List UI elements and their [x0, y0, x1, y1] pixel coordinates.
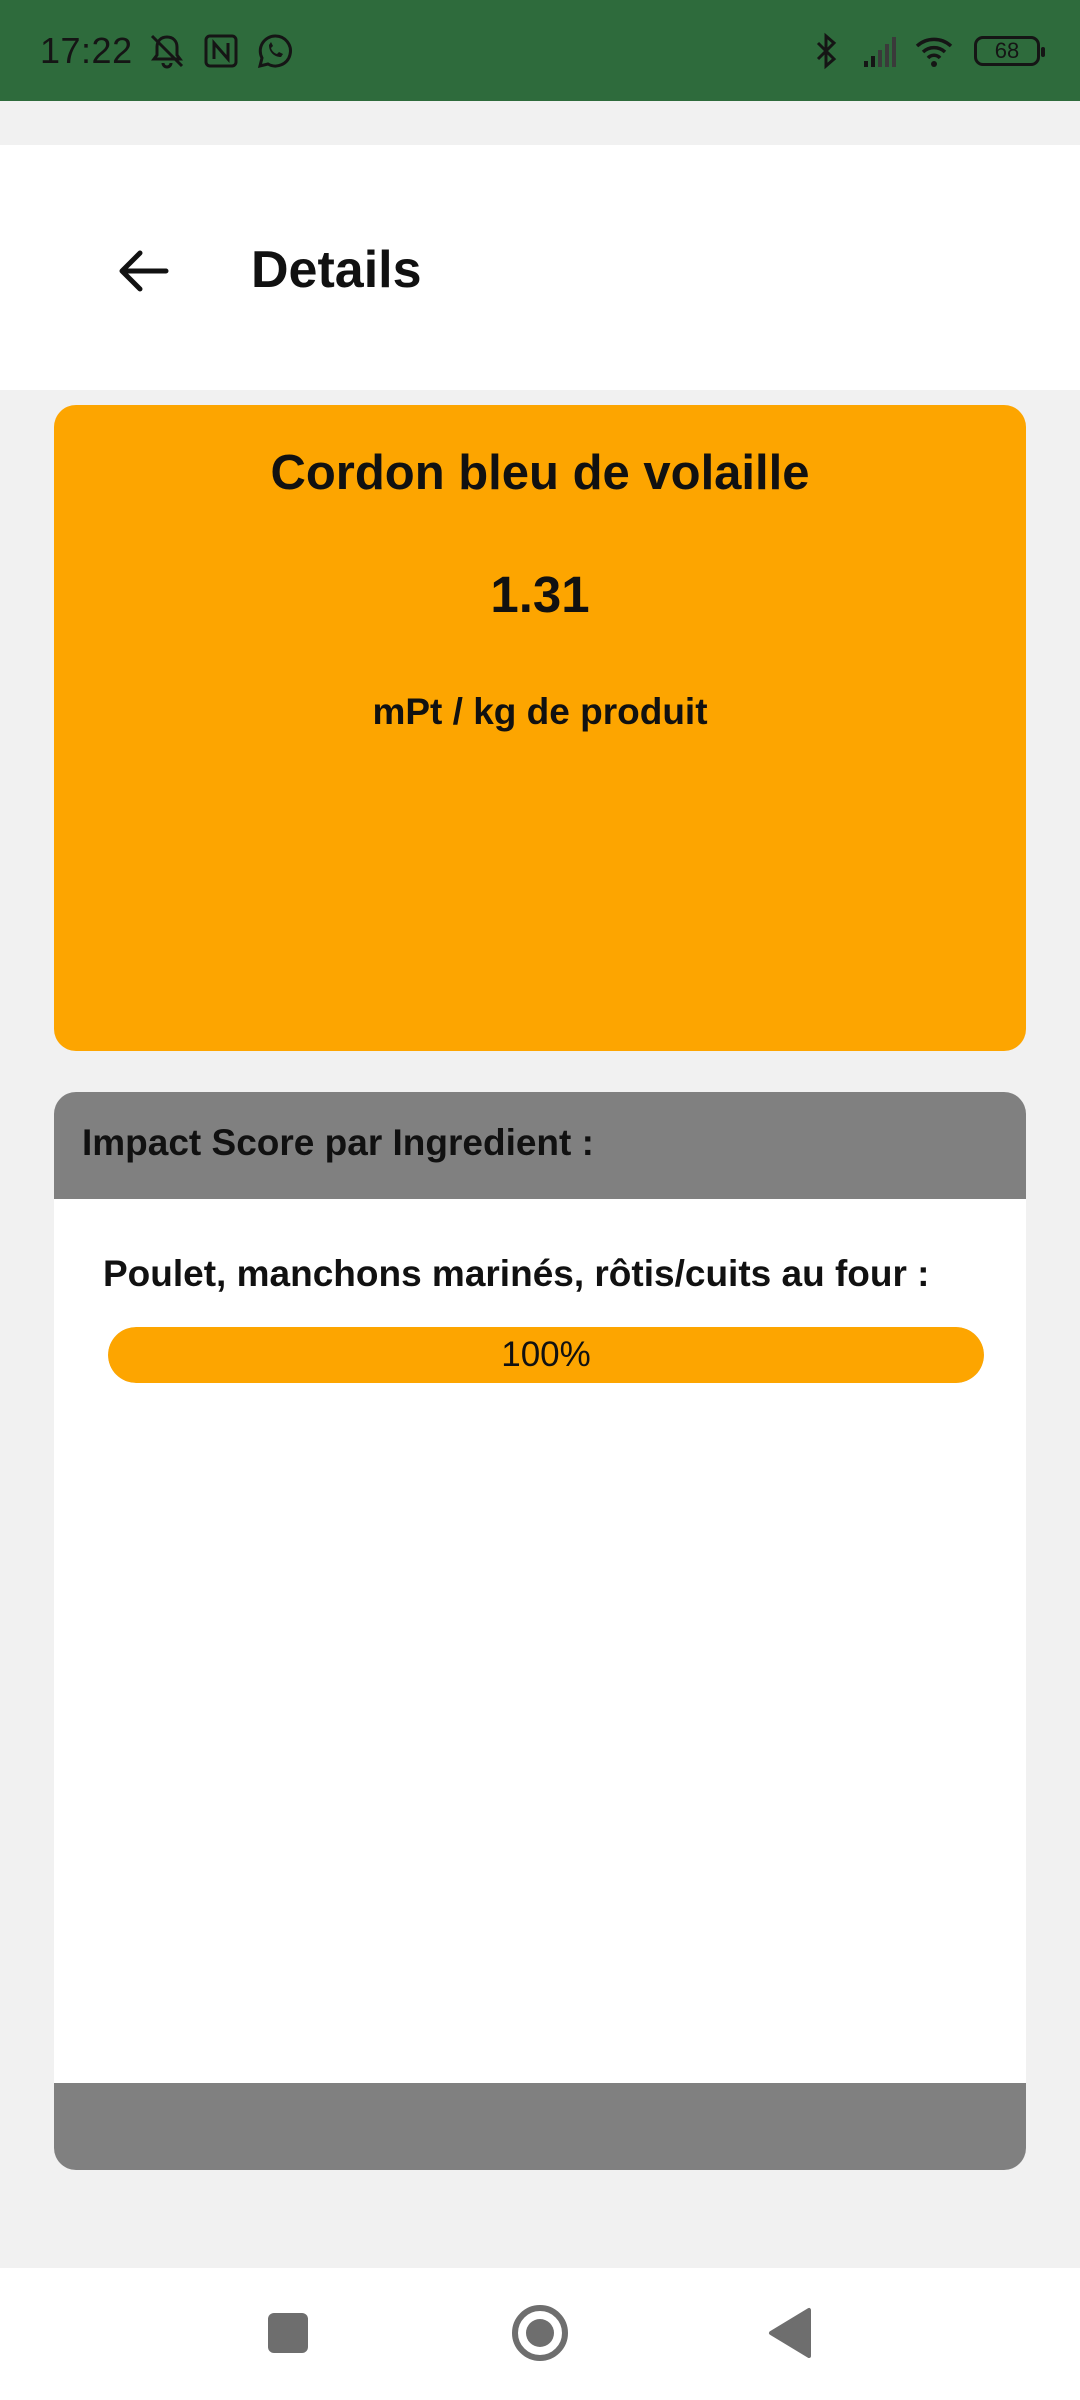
- impact-panel: Impact Score par Ingredient : Poulet, ma…: [54, 1092, 1026, 2170]
- battery-level: 68: [994, 37, 1020, 63]
- ingredient-label: Poulet, manchons marinés, rôtis/cuits au…: [103, 1253, 930, 1294]
- product-name: Cordon bleu de volaille: [270, 446, 810, 500]
- product-score-unit: mPt / kg de produit: [372, 691, 708, 732]
- impact-panel-header: Impact Score par Ingredient :: [54, 1092, 1026, 1199]
- impact-panel-body[interactable]: Poulet, manchons marinés, rôtis/cuits au…: [54, 1199, 1026, 2083]
- product-score: 1.31: [490, 566, 590, 623]
- back-button[interactable]: [108, 236, 178, 306]
- battery-icon: 68: [974, 35, 1045, 66]
- mute-icon: [147, 31, 187, 71]
- signal-icon: [860, 31, 900, 71]
- navigation-bar: [0, 2268, 1080, 2400]
- impact-panel-title: Impact Score par Ingredient :: [82, 1122, 594, 1163]
- arrow-left-icon: [119, 250, 169, 292]
- ingredient-progress-bar: 100%: [108, 1327, 984, 1383]
- nfc-icon: [201, 31, 241, 71]
- whatsapp-icon: [255, 31, 295, 71]
- status-left: 17:22: [40, 30, 295, 72]
- home-button[interactable]: [505, 2298, 575, 2368]
- status-time: 17:22: [40, 29, 133, 71]
- page-title: Details: [251, 241, 422, 299]
- wifi-icon: [914, 31, 954, 71]
- bluetooth-icon: [806, 31, 846, 71]
- home-icon: [512, 2305, 568, 2361]
- product-score-card: Cordon bleu de volaille 1.31 mPt / kg de…: [54, 405, 1026, 1051]
- nav-back-button[interactable]: [757, 2298, 827, 2368]
- recents-icon: [268, 2313, 308, 2353]
- impact-panel-footer: [54, 2083, 1026, 2170]
- back-icon: [769, 2308, 811, 2358]
- status-bar: 17:22 68: [0, 0, 1080, 101]
- ingredient-progress-label: 100%: [501, 1335, 591, 1374]
- recents-button[interactable]: [253, 2298, 323, 2368]
- status-right: 68: [806, 31, 1045, 71]
